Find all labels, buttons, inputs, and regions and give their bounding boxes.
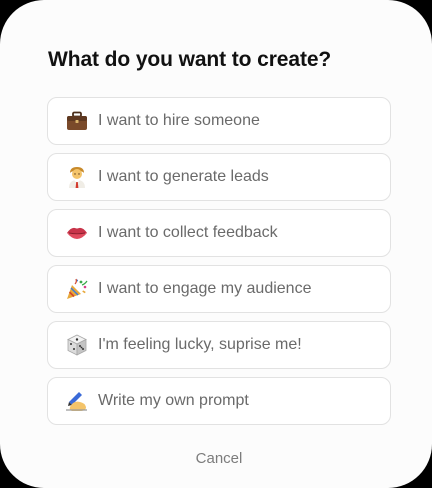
create-dialog: What do you want to create? I want to hi… bbox=[0, 0, 432, 488]
option-collect-feedback[interactable]: I want to collect feedback bbox=[47, 209, 391, 257]
option-engage-audience[interactable]: I want to engage my audience bbox=[47, 265, 391, 313]
option-label: I'm feeling lucky, suprise me! bbox=[98, 336, 302, 353]
writing-hand-icon bbox=[65, 389, 89, 413]
option-label: I want to engage my audience bbox=[98, 280, 312, 297]
dialog-title: What do you want to create? bbox=[48, 48, 332, 71]
option-label: I want to generate leads bbox=[98, 168, 269, 185]
cancel-button[interactable]: Cancel bbox=[0, 450, 432, 467]
option-label: Write my own prompt bbox=[98, 392, 249, 409]
party-popper-icon bbox=[65, 277, 89, 301]
man-office-worker-icon bbox=[65, 165, 89, 189]
option-generate-leads[interactable]: I want to generate leads bbox=[47, 153, 391, 201]
option-list: I want to hire someone I want to generat… bbox=[47, 97, 391, 433]
option-label: I want to collect feedback bbox=[98, 224, 278, 241]
option-write-own-prompt[interactable]: Write my own prompt bbox=[47, 377, 391, 425]
game-die-icon bbox=[65, 333, 89, 357]
option-label: I want to hire someone bbox=[98, 112, 260, 129]
briefcase-icon bbox=[65, 109, 89, 133]
lips-icon bbox=[65, 221, 89, 245]
option-hire-someone[interactable]: I want to hire someone bbox=[47, 97, 391, 145]
option-feeling-lucky[interactable]: I'm feeling lucky, suprise me! bbox=[47, 321, 391, 369]
